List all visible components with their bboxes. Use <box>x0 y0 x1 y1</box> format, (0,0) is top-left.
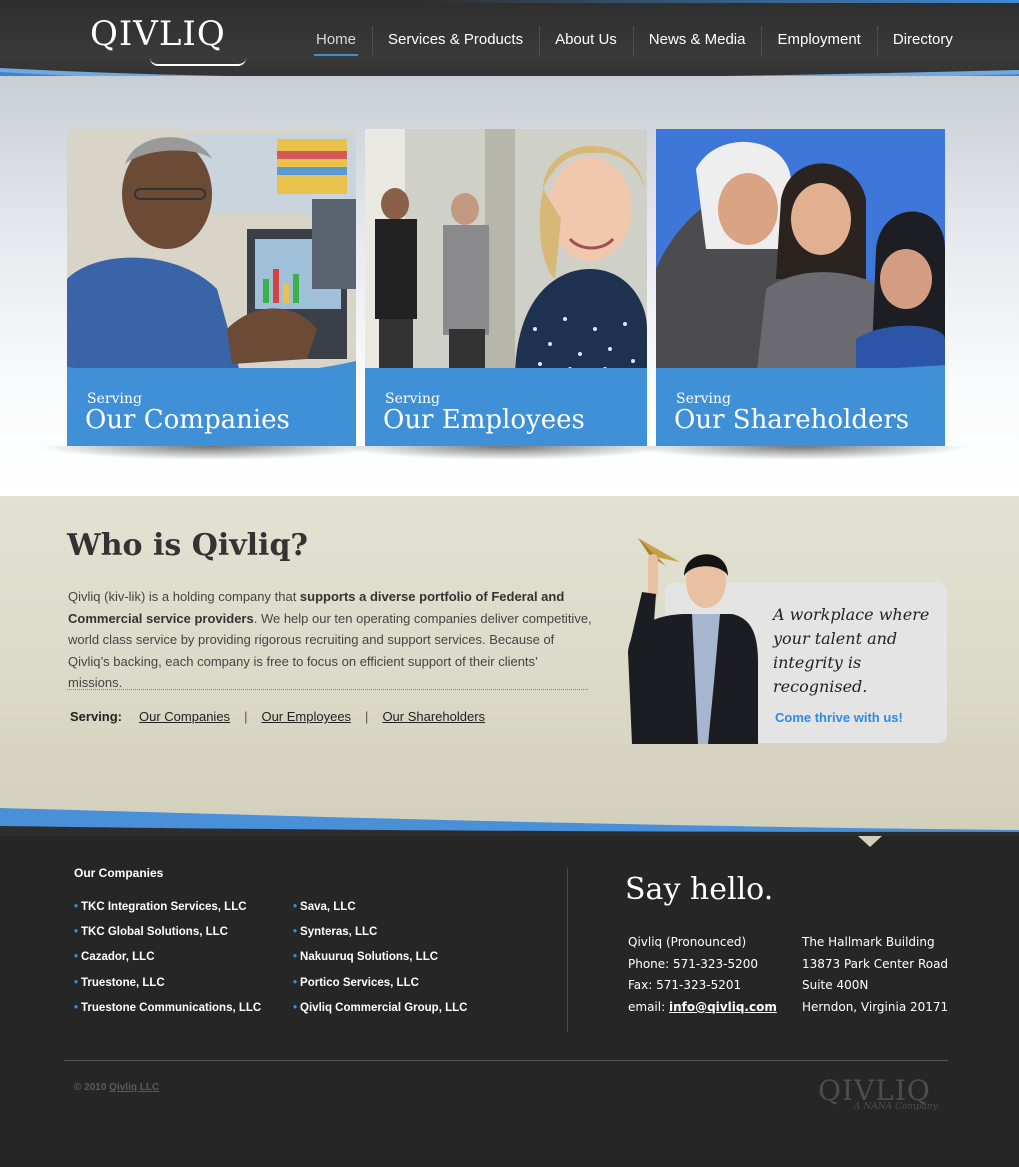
about-paragraph: Qivliq (kiv-lik) is a holding company th… <box>68 586 593 694</box>
copyright-prefix: © 2010 <box>74 1082 110 1093</box>
bullet: • <box>74 951 79 964</box>
company-link[interactable]: • Sava, LLC <box>293 901 467 926</box>
qivliq-logo[interactable]: QIVLIQ <box>90 14 246 66</box>
companies-list-right: • Sava, LLC • Synteras, LLC • Nakuuruq Solu… <box>293 901 467 1027</box>
about-text-part: Qivliq (kiv-lik) is a holding company th… <box>68 589 300 604</box>
company-link[interactable]: • Cazador, LLC <box>74 951 261 976</box>
about-bottom-swoosh <box>0 808 1019 836</box>
about-heading: Who is Qivliq? <box>67 528 308 563</box>
companies-title: Our Companies <box>74 866 164 880</box>
nav-services-products[interactable]: Services & Products <box>372 25 539 55</box>
footer-notch <box>858 836 882 847</box>
bullet: • <box>293 1001 298 1014</box>
bullet: • <box>74 976 79 989</box>
promo-quote: A workplace where your talent and integr… <box>773 603 943 699</box>
email-row: email: info@qivliq.com <box>628 997 777 1019</box>
bullet: • <box>74 1001 79 1014</box>
footer-logo-tagline: A NANA Company <box>854 1102 938 1112</box>
bullet: • <box>74 901 79 913</box>
company-link[interactable]: • Qivliq Commercial Group, LLC <box>293 1002 467 1027</box>
company-name: Nakuuruq Solutions, LLC <box>300 951 439 964</box>
address-line: Suite 400N <box>802 978 869 993</box>
footer-logo[interactable]: QIVLIQ A NANA Company <box>818 1074 938 1112</box>
copyright: © 2010 Qivliq LLC <box>74 1082 159 1093</box>
address-line: Herndon, Virginia 20171 <box>802 999 949 1014</box>
main-nav: Home Services & Products About Us News &… <box>300 24 969 56</box>
link-separator: | <box>244 709 248 724</box>
bullet: • <box>293 901 298 913</box>
company-name: Truestone Communications, LLC <box>81 1001 262 1014</box>
company-name: Cazador, LLC <box>81 951 155 964</box>
phone: Phone: 571-323-5200 <box>628 956 759 971</box>
bullet: • <box>293 951 298 964</box>
promo-quote-line: your talent and <box>773 629 898 648</box>
nav-employment[interactable]: Employment <box>761 25 876 55</box>
link-our-employees[interactable]: Our Employees <box>261 709 351 724</box>
group-of-kids-photo <box>656 129 945 379</box>
site-footer: Our Companies • TKC Integration Services,… <box>0 836 1019 1167</box>
smiling-woman-photo <box>365 129 647 379</box>
header-accent-line <box>419 0 1019 3</box>
nav-news-media[interactable]: News & Media <box>632 25 762 55</box>
company-link[interactable]: • Portico Services, LLC <box>293 977 467 1002</box>
copyright-link[interactable]: Qivliq LLC <box>109 1082 159 1093</box>
fax: Fax: 571-323-5201 <box>628 978 742 993</box>
card-title: Our Companies <box>85 405 290 435</box>
card-our-companies[interactable]: Serving Our Companies <box>67 129 356 446</box>
link-our-shareholders[interactable]: Our Shareholders <box>382 709 485 724</box>
dotted-divider <box>67 689 588 690</box>
serving-links: Serving: Our Companies | Our Employees |… <box>70 709 485 724</box>
company-link[interactable]: • TKC Integration Services, LLC <box>74 901 261 926</box>
card-title: Our Employees <box>383 405 585 435</box>
about-section: Who is Qivliq? Qivliq (kiv-lik) is a hol… <box>0 496 1019 836</box>
company-link[interactable]: • TKC Global Solutions, LLC <box>74 926 261 951</box>
bullet: • <box>293 926 298 939</box>
email-label: email: <box>628 999 669 1014</box>
come-thrive-link[interactable]: Come thrive with us! <box>775 710 903 725</box>
address-line: 13873 Park Center Road <box>802 956 949 971</box>
link-our-companies[interactable]: Our Companies <box>139 709 230 724</box>
bullet: • <box>74 926 79 939</box>
footer-divider <box>567 868 568 1032</box>
company-name: TKC Global Solutions, LLC <box>81 926 228 939</box>
company-name: Truestone, LLC <box>81 976 165 989</box>
card-our-shareholders[interactable]: Serving Our Shareholders <box>656 129 945 446</box>
company-name: Synteras, LLC <box>300 926 378 939</box>
email-link[interactable]: info@qivliq.com <box>669 1000 777 1014</box>
card-shadow <box>40 446 380 460</box>
pronounced: Qivliq (Pronounced) <box>628 935 747 949</box>
link-separator: | <box>365 709 369 724</box>
man-at-computer-photo <box>67 129 356 379</box>
logo-text: QIVLIQ <box>90 14 226 54</box>
address: The Hallmark Building 13873 Park Center … <box>802 932 948 1018</box>
company-name: Portico Services, LLC <box>300 976 419 989</box>
company-name: Sava, LLC <box>300 901 356 913</box>
promo-quote-line: A workplace where <box>773 605 930 624</box>
company-name: Qivliq Commercial Group, LLC <box>300 1001 468 1014</box>
address-line: The Hallmark Building <box>802 935 935 949</box>
hero-section: Serving Our Companies Serving Our Employ… <box>0 76 1019 496</box>
nav-directory[interactable]: Directory <box>876 25 969 55</box>
companies-list-left: • TKC Integration Services, LLC • TKC Glob… <box>74 901 261 1027</box>
card-shadow <box>340 446 670 460</box>
company-link[interactable]: • Truestone Communications, LLC <box>74 1002 261 1027</box>
promo-quote-line: integrity is recognised. <box>773 653 868 696</box>
company-link[interactable]: • Nakuuruq Solutions, LLC <box>293 951 467 976</box>
card-our-employees[interactable]: Serving Our Employees <box>365 129 647 446</box>
card-shadow <box>630 446 970 460</box>
company-link[interactable]: • Synteras, LLC <box>293 926 467 951</box>
bullet: • <box>293 976 298 989</box>
serving-label: Serving: <box>70 709 123 724</box>
card-title: Our Shareholders <box>674 405 910 435</box>
say-hello-heading: Say hello. <box>625 872 774 907</box>
footer-rule <box>64 1060 948 1061</box>
contact-details: Qivliq (Pronounced) Phone: 571-323-5200 … <box>628 932 777 1018</box>
company-name: TKC Integration Services, LLC <box>81 901 247 913</box>
businessman-paper-plane-photo <box>628 538 758 744</box>
nav-home[interactable]: Home <box>300 25 372 56</box>
nav-about-us[interactable]: About Us <box>539 25 633 55</box>
company-link[interactable]: • Truestone, LLC <box>74 977 261 1002</box>
